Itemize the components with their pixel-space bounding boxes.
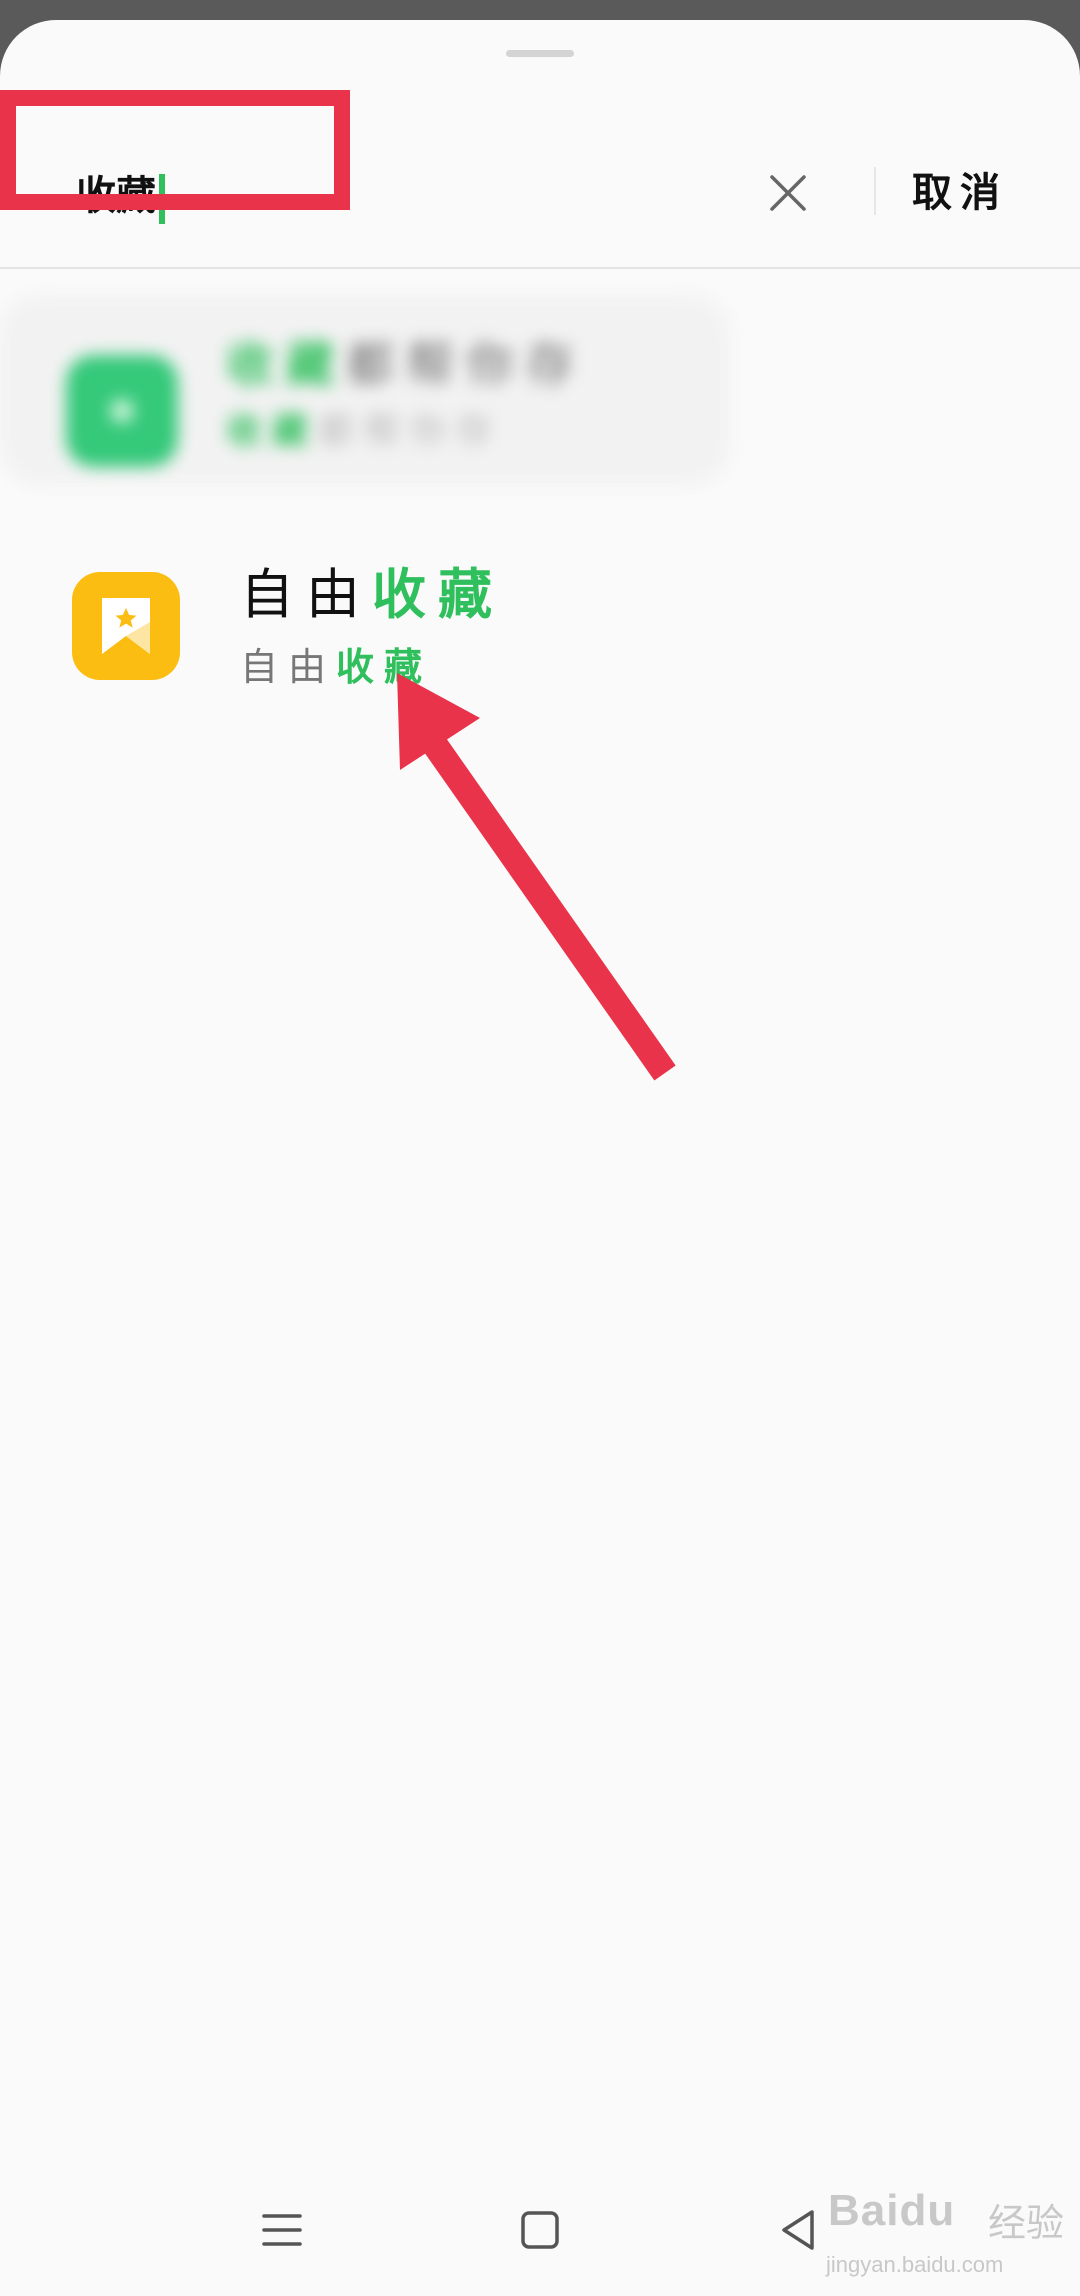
watermark-label: 经验 [988,2201,1065,2245]
clear-search-button[interactable] [760,165,816,221]
result-subtitle: 自由收藏 [240,644,433,689]
annotation-highlight-box [0,90,350,210]
blurred-result-item[interactable]: 收藏都帮你存 收藏都帮你存 [0,295,730,485]
search-result-item[interactable]: 自由收藏 自由收藏 [0,540,1080,720]
menu-button[interactable] [252,2200,312,2260]
watermark-logo: Baidu [828,2186,956,2235]
back-icon [782,2210,814,2250]
home-icon [521,2211,559,2249]
app-icon [66,355,178,467]
blurred-result-title: 收藏都帮你存 [226,337,587,393]
close-icon [770,175,806,211]
sheet-grab-handle[interactable] [506,50,574,57]
back-button[interactable] [768,2200,828,2260]
bookmark-star-icon [102,598,150,654]
header-divider [0,267,1080,269]
home-button[interactable] [510,2200,570,2260]
watermark: Baidu 经验 jingyan.baidu.com [820,2180,1070,2290]
menu-icon [262,2214,302,2246]
watermark-url: jingyan.baidu.com [826,2252,1004,2277]
cancel-button[interactable]: 取消 [912,163,1008,223]
blurred-result-subtitle: 收藏都帮你存 [226,410,503,452]
toolbar-divider [874,167,876,215]
app-icon [72,572,180,680]
search-sheet: 收藏 取消 收藏都帮你存 收藏都帮你存 自由收藏 自由收藏 [0,20,1080,2296]
result-title: 自由收藏 [240,562,504,626]
